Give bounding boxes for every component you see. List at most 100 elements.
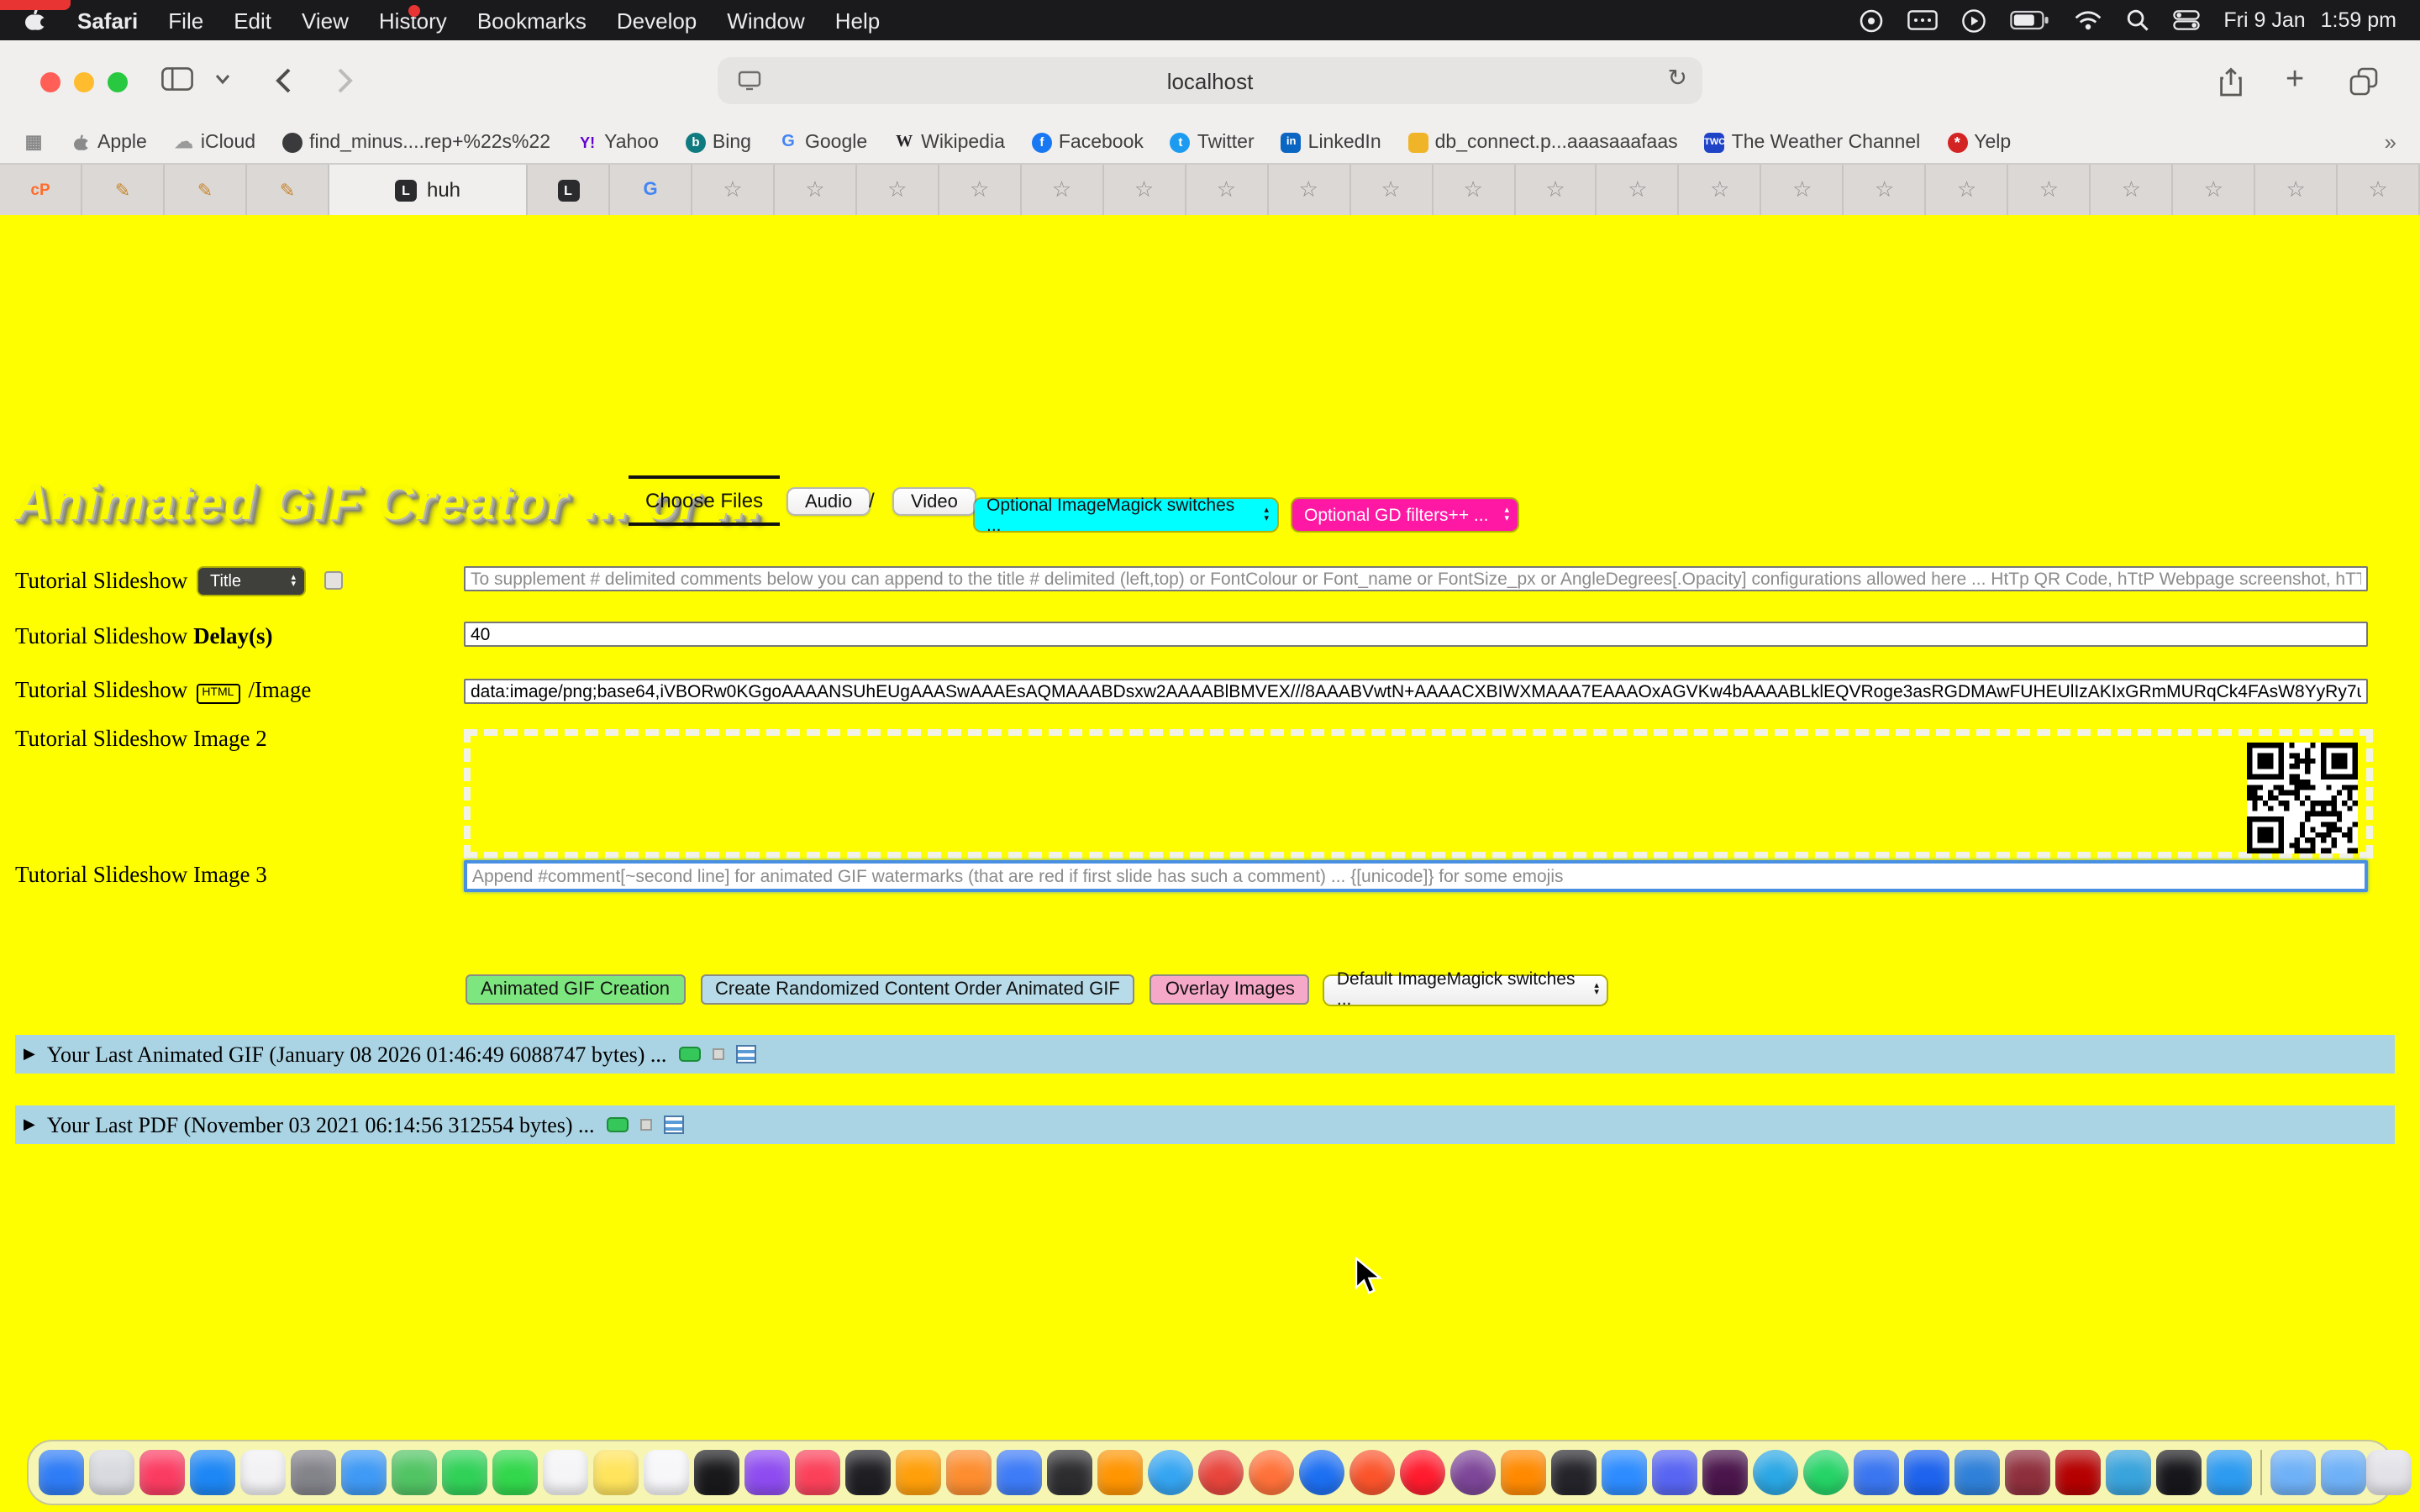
tab-bookmark-star[interactable]: ☆: [1433, 165, 1515, 215]
dock-icon-launchpad[interactable]: [89, 1450, 134, 1495]
menu-item-view[interactable]: View: [302, 8, 349, 33]
menu-item-develop[interactable]: Develop: [617, 8, 697, 33]
bookmark-wikipedia[interactable]: W Wikipedia: [894, 132, 1005, 152]
dock-icon-facetime[interactable]: [492, 1450, 538, 1495]
tab-bookmark-star[interactable]: ☆: [1515, 165, 1597, 215]
tab-bookmark-star[interactable]: ☆: [1927, 165, 2009, 215]
tab-bookmark-star[interactable]: ☆: [857, 165, 939, 215]
menu-item-window[interactable]: Window: [727, 8, 805, 33]
close-window-button[interactable]: [40, 72, 60, 92]
zoom-window-button[interactable]: [108, 72, 128, 92]
sidebar-chevron-icon[interactable]: [215, 74, 230, 86]
default-imagemagick-select[interactable]: Default ImageMagick switches ... ▴▾: [1325, 975, 1607, 1004]
dock-icon-calendar[interactable]: [543, 1450, 588, 1495]
tab-active-huh[interactable]: L huh: [329, 165, 528, 215]
dock-icon-podcasts[interactable]: [744, 1450, 790, 1495]
dock-icon-brave[interactable]: [1349, 1450, 1395, 1495]
wifi-icon[interactable]: [2074, 10, 2102, 30]
app-badge-icon[interactable]: [1859, 8, 1884, 33]
dock-icon-telegram[interactable]: [1753, 1450, 1798, 1495]
tab-bookmark-star[interactable]: ☆: [692, 165, 775, 215]
dock-icon-edge[interactable]: [1299, 1450, 1344, 1495]
bookmark-facebook[interactable]: f Facebook: [1032, 132, 1144, 152]
dock-icon-reminders[interactable]: [644, 1450, 689, 1495]
menu-item-bookmarks[interactable]: Bookmarks: [477, 8, 587, 33]
animated-gif-creation-button[interactable]: Animated GIF Creation: [466, 974, 685, 1005]
tab-bookmark-star[interactable]: ☆: [1186, 165, 1268, 215]
dock-icon-keynote[interactable]: [2207, 1450, 2252, 1495]
back-button[interactable]: [274, 67, 292, 94]
dock-icon-github[interactable]: [2156, 1450, 2202, 1495]
dock-icon-signal[interactable]: [1854, 1450, 1899, 1495]
dock-icon-messages[interactable]: [442, 1450, 487, 1495]
tab-bookmark-star[interactable]: ☆: [939, 165, 1022, 215]
tab-l[interactable]: L: [528, 165, 610, 215]
bookmark-linkedin[interactable]: in LinkedIn: [1281, 132, 1381, 152]
delay-input[interactable]: [464, 622, 2368, 647]
tab-bookmark-star[interactable]: ☆: [2091, 165, 2173, 215]
tab-bookmark-star[interactable]: ☆: [1268, 165, 1350, 215]
dock-icon-mail[interactable]: [341, 1450, 387, 1495]
bookmarks-grid-icon[interactable]: ▦: [24, 132, 44, 152]
dock-icon-tv[interactable]: [694, 1450, 739, 1495]
menu-item-safari[interactable]: Safari: [77, 8, 138, 33]
bookmark-twitter[interactable]: t Twitter: [1171, 132, 1255, 152]
minimize-window-button[interactable]: [74, 72, 94, 92]
menu-bar-clock[interactable]: Fri 9 Jan 1:59 pm: [2223, 8, 2396, 32]
dock-icon-tor[interactable]: [1450, 1450, 1496, 1495]
menu-item-help[interactable]: Help: [835, 8, 881, 33]
dock-icon-home[interactable]: [946, 1450, 992, 1495]
dock-icon-obs[interactable]: [1551, 1450, 1597, 1495]
dock-icon-music[interactable]: [139, 1450, 185, 1495]
tab-bookmark-star[interactable]: ☆: [1680, 165, 1762, 215]
dock-icon-news[interactable]: [795, 1450, 840, 1495]
dock-icon-opera[interactable]: [1400, 1450, 1445, 1495]
search-icon[interactable]: [2126, 8, 2149, 32]
document-thumbnail-icon[interactable]: [735, 1045, 755, 1063]
tab-bookmark-star[interactable]: ☆: [2338, 165, 2420, 215]
tab-bookmark-star[interactable]: ☆: [1844, 165, 1927, 215]
disclosure-triangle-icon[interactable]: ▶: [24, 1045, 35, 1063]
tab-pencil-2[interactable]: ✎: [165, 165, 247, 215]
randomized-gif-button[interactable]: Create Randomized Content Order Animated…: [700, 974, 1135, 1005]
new-tab-button[interactable]: +: [2286, 62, 2304, 99]
bookmark-db-connect[interactable]: db_connect.p...aaasaaafaas: [1408, 132, 1678, 152]
dock-icon-bbedit[interactable]: [2005, 1450, 2050, 1495]
bookmark-yelp[interactable]: * Yelp: [1947, 132, 2011, 152]
dock-icon-finder[interactable]: [39, 1450, 84, 1495]
menu-item-file[interactable]: File: [168, 8, 203, 33]
bookmark-yahoo[interactable]: Y! Yahoo: [577, 132, 659, 152]
forward-button[interactable]: [336, 67, 355, 94]
play-icon[interactable]: [1961, 8, 1986, 33]
tab-bookmark-star[interactable]: ☆: [2009, 165, 2091, 215]
title-checkbox[interactable]: [324, 571, 343, 590]
tab-bookmark-star[interactable]: ☆: [1104, 165, 1186, 215]
image3-watermark-input[interactable]: [464, 860, 2368, 892]
title-comment-input[interactable]: [464, 566, 2368, 591]
bookmark-google[interactable]: G Google: [778, 132, 867, 152]
dock-icon-notes[interactable]: [593, 1450, 639, 1495]
video-button[interactable]: Video: [892, 487, 976, 516]
bookmark-weather-channel[interactable]: TWC The Weather Channel: [1705, 132, 1921, 152]
dock-icon-books[interactable]: [896, 1450, 941, 1495]
share-button[interactable]: [2218, 67, 2244, 97]
sidebar-toggle-button[interactable]: [161, 67, 193, 91]
overlay-images-button[interactable]: Overlay Images: [1150, 974, 1310, 1005]
document-thumbnail-icon[interactable]: [664, 1116, 684, 1134]
apple-menu-icon[interactable]: [24, 7, 47, 34]
tabs-overview-button[interactable]: [2349, 67, 2378, 96]
menu-item-edit[interactable]: Edit: [234, 8, 271, 33]
dock-icon-app-store[interactable]: [190, 1450, 235, 1495]
dock-icon-stocks[interactable]: [845, 1450, 891, 1495]
dock-icon-filezilla[interactable]: [2055, 1450, 2101, 1495]
audio-button[interactable]: Audio: [786, 487, 871, 516]
tab-cpanel[interactable]: cP: [0, 165, 82, 215]
html-badge[interactable]: HTML: [196, 683, 239, 703]
keyboard-icon[interactable]: [1907, 10, 1938, 30]
dock-icon-shortcuts[interactable]: [997, 1450, 1042, 1495]
dock-icon-downloads-folder[interactable]: [2321, 1450, 2366, 1495]
tab-bookmark-star[interactable]: ☆: [2173, 165, 2255, 215]
tab-bookmark-star[interactable]: ☆: [775, 165, 857, 215]
tab-pencil-3[interactable]: ✎: [247, 165, 329, 215]
image2-dropzone[interactable]: [464, 729, 2373, 858]
